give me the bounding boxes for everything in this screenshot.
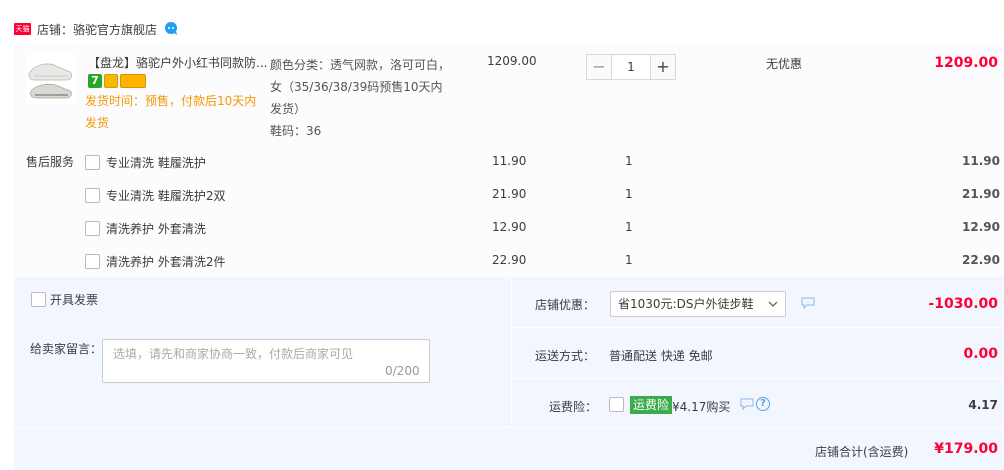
divider [512,378,1004,379]
sku-attr-line: 颜色分类：透气网款，洛可可白， [270,58,451,72]
service-name: 清洗养护 外套清洗2件 [106,255,226,269]
shop-discount-amount: -1030.00 [928,296,998,312]
unit-price: 1209.00 [487,54,537,68]
service-name: 专业清洗 鞋履洗护 [106,156,206,170]
sku-attr-line: 鞋码：36 [270,124,322,138]
sku-attributes: 颜色分类：透气网款，洛可可白， 女（35/36/38/39码预售10天内 发货）… [270,54,475,142]
product-title-link[interactable]: 【盘龙】骆驼户外小红书同款防... [88,55,268,71]
after-sales-label: 售后服务 [26,155,75,169]
service-count: 1 [625,253,633,267]
service-count: 1 [625,187,633,201]
insurance-price: ¥4.17购买 [672,400,731,414]
service-name: 清洗养护 外套清洗 [106,222,206,236]
comment-icon[interactable] [740,398,754,410]
card-icon [120,74,146,88]
chat-icon[interactable] [163,21,179,37]
quantity-input[interactable]: 1 [612,54,650,80]
service-name: 专业清洗 鞋履洗护2双 [106,189,226,203]
shipping-method-label: 运送方式： [535,349,596,363]
message-char-counter: 0/200 [385,364,420,378]
service-sum: 12.90 [962,220,1000,234]
store-total-label: 店铺合计(含运费) [815,445,909,459]
service-checkbox[interactable] [85,188,100,203]
service-price: 22.90 [492,253,527,267]
service-checkbox[interactable] [85,254,100,269]
after-sales-row: 专业清洗 鞋履洗护 11.90 1 11.90 [85,153,1000,173]
store-header: 天猫 店铺：骆驼官方旗舰店 [14,18,179,40]
service-sum: 11.90 [962,154,1000,168]
message-placeholder: 选填，请先和商家协商一致，付款后商家可见 [113,347,354,361]
service-price: 21.90 [492,187,527,201]
bag-icon [104,74,118,88]
service-price: 11.90 [492,154,527,168]
service-price: 12.90 [492,220,527,234]
divider [14,427,1004,428]
service-count: 1 [625,220,633,234]
service-checkbox[interactable] [85,155,100,170]
help-icon[interactable]: ? [756,397,770,411]
shipping-method-value: 普通配送 快递 免邮 [609,349,713,363]
store-total-amount: ¥179.00 [934,441,998,457]
item-total: 1209.00 [934,55,998,71]
seven-day-return-icon: 7 [88,74,102,88]
shop-discount-selected: 省1030元:DS户外徒步鞋 [618,297,754,311]
promotion-text: 无优惠 [766,57,803,71]
shop-discount-label: 店铺优惠： [535,298,596,312]
shipping-fee: 0.00 [963,346,998,362]
after-sales-row: 清洗养护 外套清洗 12.90 1 12.90 [85,219,1000,239]
chevron-down-icon [768,301,778,307]
service-icons: 7 [88,74,146,88]
increase-quantity-button[interactable]: + [650,54,676,80]
tmall-badge-icon: 天猫 [14,23,31,35]
decrease-quantity-button[interactable]: − [586,54,612,80]
store-name-link[interactable]: 店铺：骆驼官方旗舰店 [37,21,157,38]
shipping-time-note: 发货时间：预售，付款后10天内发货 [85,94,257,130]
service-sum: 21.90 [962,187,1000,201]
invoice-label: 开具发票 [50,293,99,307]
insurance-label: 运费险： [549,400,598,414]
insurance-amount: 4.17 [968,398,998,412]
insurance-icons: ? [740,397,770,411]
insurance-badge: 运费险 [630,396,673,414]
shop-discount-select[interactable]: 省1030元:DS户外徒步鞋 [610,291,786,317]
service-count: 1 [625,154,633,168]
quantity-stepper: − 1 + [586,54,676,80]
message-label: 给卖家留言： [30,342,103,356]
invoice-option[interactable]: 开具发票 [31,291,98,308]
divider [512,327,1004,328]
service-checkbox[interactable] [85,221,100,236]
after-sales-row: 专业清洗 鞋履洗护2双 21.90 1 21.90 [85,186,1000,206]
product-thumbnail[interactable] [26,54,76,104]
after-sales-row: 清洗养护 外套清洗2件 22.90 1 22.90 [85,252,1000,272]
comment-icon[interactable] [801,297,815,309]
sku-attr-line: 女（35/36/38/39码预售10天内 [270,80,443,94]
service-sum: 22.90 [962,253,1000,267]
insurance-checkbox[interactable] [609,397,624,412]
invoice-checkbox[interactable] [31,292,46,307]
sku-attr-line: 发货） [270,102,307,116]
divider [511,277,512,427]
